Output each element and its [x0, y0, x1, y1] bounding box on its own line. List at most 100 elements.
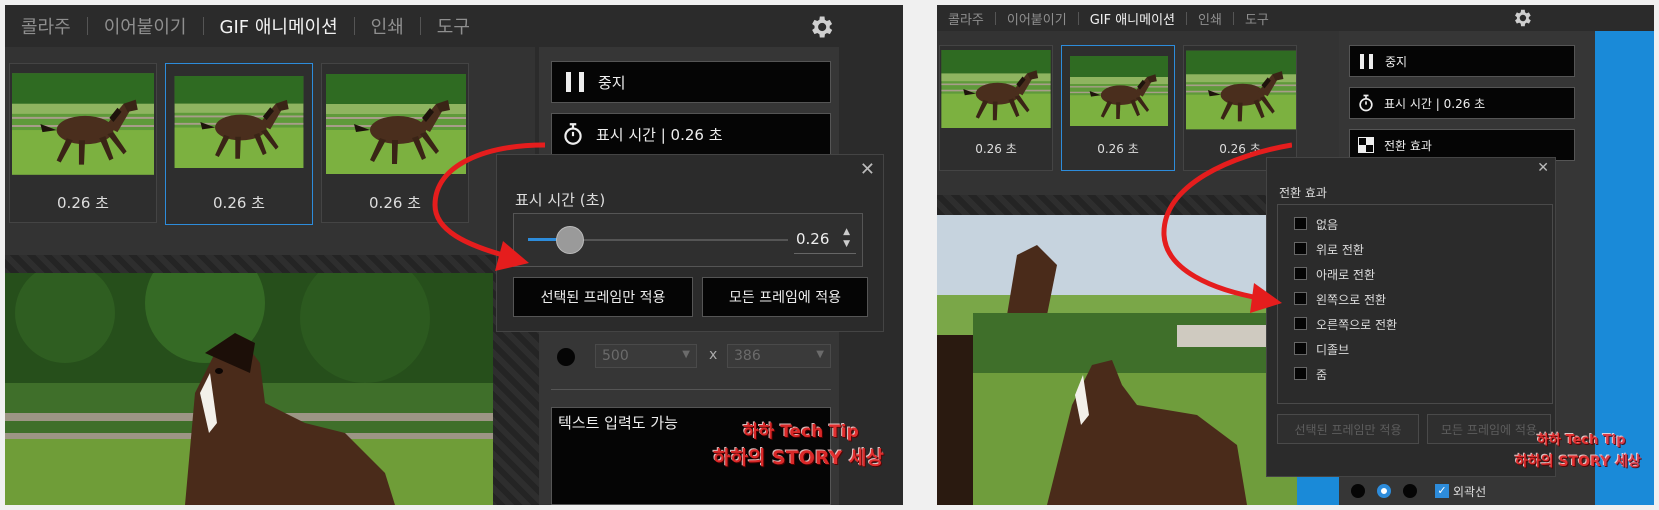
checkbox[interactable] [1294, 267, 1307, 280]
stop-button[interactable]: 중지 [551, 61, 831, 103]
height-value: 386 [734, 348, 761, 364]
duration-value: 0.26 [796, 230, 830, 248]
gear-icon[interactable] [807, 13, 835, 41]
text-input-value: 텍스트 입력도 가능 [558, 414, 678, 432]
pause-icon [566, 72, 584, 92]
option-label: 없음 [1316, 218, 1339, 232]
top-tab-bar: 콜라주 이어붙이기 GIF 애니메이션 인쇄 도구 [5, 5, 903, 47]
apply-all-button[interactable]: 모든 프레임에 적용 [1427, 414, 1551, 444]
tab-stitch[interactable]: 이어붙이기 [88, 13, 203, 39]
stop-button[interactable]: 중지 [1349, 45, 1575, 77]
radio-button[interactable] [557, 348, 575, 366]
tab-gif-animation[interactable]: GIF 애니메이션 [1079, 9, 1186, 28]
horse-thumbnail [1064, 56, 1174, 126]
option-label: 줌 [1316, 368, 1328, 382]
tab-collage[interactable]: 콜라주 [5, 13, 87, 39]
tab-gif-animation[interactable]: GIF 애니메이션 [204, 13, 354, 39]
divider [551, 389, 831, 390]
times-sign: x [709, 347, 718, 363]
transition-option[interactable]: 오른쪽으로 전환 [1294, 315, 1494, 333]
horse-thumbnail [169, 76, 309, 168]
watermark-line-2: 하하의 STORY 세상 [713, 447, 884, 469]
stop-label: 중지 [1385, 54, 1408, 69]
red-arrow [432, 142, 545, 271]
close-icon[interactable]: ✕ [1537, 160, 1549, 176]
apply-selected-button[interactable]: 선택된 프레임만 적용 [513, 277, 693, 317]
horse-preview-image [5, 273, 493, 505]
watermark-line-2: 하하의 STORY 세상 [1515, 454, 1641, 470]
display-time-label: 표시 시간 | 0.26 초 [1384, 96, 1486, 111]
frame-thumbnail[interactable]: 0.26 초 [939, 45, 1053, 171]
apply-all-button[interactable]: 모든 프레임에 적용 [702, 277, 868, 317]
apply-all-label: 모든 프레임에 적용 [1441, 422, 1537, 437]
frame-thumbnail-selected[interactable]: 0.26 초 [165, 63, 313, 225]
checkbox[interactable] [1294, 242, 1307, 255]
display-time-button[interactable]: 표시 시간 | 0.26 초 [551, 113, 831, 155]
checkbox[interactable] [1294, 367, 1307, 380]
top-tab-bar: 콜라주 이어붙이기 GIF 애니메이션 인쇄 도구 [937, 5, 1654, 31]
tab-stitch[interactable]: 이어붙이기 [996, 9, 1078, 28]
stopwatch-icon [564, 123, 582, 145]
transition-option[interactable]: 줌 [1294, 365, 1494, 383]
slider-handle[interactable] [556, 226, 584, 254]
watermark-line-1: 하하 Tech Tip [1537, 433, 1626, 448]
width-select[interactable]: 500 ▼ [595, 344, 697, 368]
option-label: 디졸브 [1316, 343, 1350, 357]
chevron-down-icon: ▼ [682, 349, 690, 360]
horse-thumbnail [12, 70, 154, 178]
horse-thumbnail [941, 50, 1051, 128]
stopwatch-icon [1359, 94, 1373, 112]
transition-label: 전환 효과 [1384, 138, 1432, 153]
display-time-label: 표시 시간 | 0.26 초 [596, 125, 723, 144]
option-label: 위로 전환 [1316, 243, 1364, 257]
watermark-line-1: 하하 Tech Tip [743, 422, 859, 442]
transition-option[interactable]: 왼쪽으로 전환 [1294, 290, 1494, 308]
option-label: 오른쪽으로 전환 [1316, 318, 1398, 332]
spinner-up-icon[interactable]: ▲ [843, 227, 850, 237]
transition-option[interactable]: 위로 전환 [1294, 240, 1494, 258]
slider-box: 0.26 ▲ ▼ [513, 213, 863, 267]
checkbox[interactable] [1294, 317, 1307, 330]
chevron-down-icon: ▼ [816, 349, 824, 360]
stop-label: 중지 [598, 73, 626, 92]
tab-tools[interactable]: 도구 [1234, 9, 1280, 28]
checkbox[interactable] [1294, 217, 1307, 230]
option-label: 아래로 전환 [1316, 268, 1376, 282]
tab-print[interactable]: 인쇄 [1187, 9, 1233, 28]
radio-button-selected[interactable] [1377, 484, 1391, 498]
checkbox[interactable] [1294, 342, 1307, 355]
transition-popup: ✕ 전환 효과 없음 위로 전환 아래로 전환 왼쪽으로 전환 오른쪽으로 전환 [1266, 157, 1556, 477]
outline-checkbox[interactable]: ✓ [1435, 484, 1449, 498]
size-row: 500 ▼ x 386 ▼ [551, 342, 831, 372]
option-label: 왼쪽으로 전환 [1316, 293, 1387, 307]
tab-collage[interactable]: 콜라주 [937, 9, 995, 28]
tab-tools[interactable]: 도구 [421, 13, 486, 39]
outline-label: 외곽선 [1453, 485, 1487, 499]
transition-option-list: 없음 위로 전환 아래로 전환 왼쪽으로 전환 오른쪽으로 전환 디졸브 줌 [1277, 204, 1553, 404]
apply-selected-label: 선택된 프레임만 적용 [1294, 422, 1402, 437]
duration-spinner[interactable]: 0.26 ▲ ▼ [794, 226, 856, 254]
height-select[interactable]: 386 ▼ [727, 344, 831, 368]
frame-duration: 0.26 초 [213, 194, 265, 212]
apply-selected-button[interactable]: 선택된 프레임만 적용 [1277, 414, 1419, 444]
tab-print[interactable]: 인쇄 [355, 13, 420, 39]
frame-duration: 0.26 초 [975, 142, 1017, 156]
pause-icon [1360, 53, 1373, 69]
radio-button[interactable] [1351, 484, 1365, 498]
left-screenshot: 콜라주 이어붙이기 GIF 애니메이션 인쇄 도구 0.26 초 0.26 초 … [5, 5, 903, 505]
transition-option[interactable]: 없음 [1294, 215, 1494, 233]
radio-button[interactable] [1403, 484, 1417, 498]
horse-thumbnail [1186, 50, 1296, 130]
width-value: 500 [602, 348, 629, 364]
right-screenshot: 콜라주 이어붙이기 GIF 애니메이션 인쇄 도구 0.26 초 0.26 초 … [937, 5, 1654, 505]
close-icon[interactable]: ✕ [860, 159, 875, 180]
gear-icon[interactable] [1511, 7, 1533, 29]
checkbox[interactable] [1294, 292, 1307, 305]
apply-all-label: 모든 프레임에 적용 [729, 290, 841, 306]
frame-thumbnail[interactable]: 0.26 초 [9, 63, 157, 223]
display-time-button[interactable]: 표시 시간 | 0.26 초 [1349, 87, 1575, 119]
display-time-popup: ✕ 표시 시간 (초) 0.26 ▲ ▼ 선택된 프레임만 적용 모든 프레임에… [496, 154, 884, 332]
transition-option[interactable]: 아래로 전환 [1294, 265, 1494, 283]
transition-option[interactable]: 디졸브 [1294, 340, 1494, 358]
spinner-down-icon[interactable]: ▼ [843, 239, 850, 249]
